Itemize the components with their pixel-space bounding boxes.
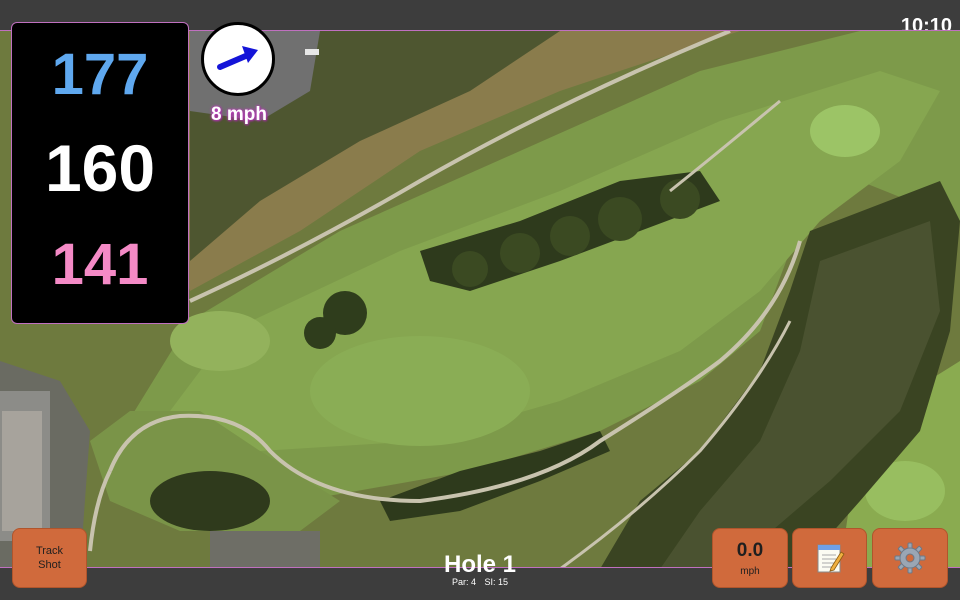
middle-distance: 160 — [44, 131, 156, 205]
notepad-icon — [817, 544, 845, 573]
track-shot-label: Track Shot — [35, 545, 64, 571]
hole-info: Par: 4 SI: 15 — [420, 577, 540, 587]
track-shot-button[interactable]: Track Shot — [12, 528, 87, 588]
wind-indicator — [201, 22, 275, 96]
gear-icon — [894, 542, 926, 574]
wind-arrow-icon — [217, 46, 258, 70]
settings-button[interactable] — [872, 528, 948, 588]
speed-unit: mph — [740, 565, 760, 577]
stroke-index-label: SI: 15 — [484, 577, 509, 587]
hole-title: Hole 1 — [443, 551, 517, 578]
wind-speed: 8 mph — [211, 104, 267, 125]
back-distance: 177 — [51, 42, 149, 107]
front-distance: 141 — [51, 232, 149, 297]
speed-button[interactable]: 0.0 mph — [712, 528, 788, 588]
notes-button[interactable] — [792, 528, 867, 588]
speed-value: 0.0 — [736, 539, 764, 561]
distance-panel: 177 160 141 — [11, 22, 189, 324]
par-label: Par: 4 — [451, 577, 476, 587]
